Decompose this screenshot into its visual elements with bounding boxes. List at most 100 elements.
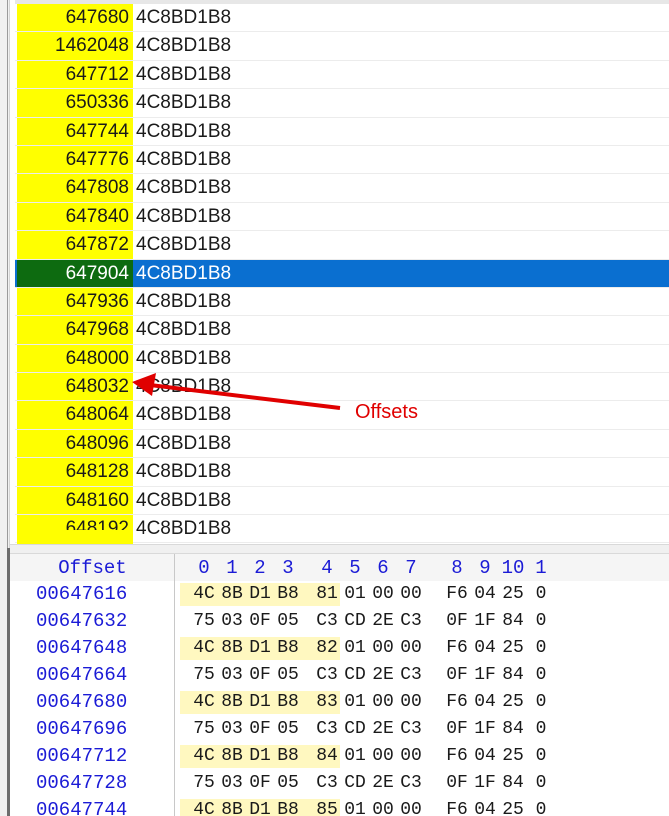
- hex-byte[interactable]: 0: [527, 635, 555, 662]
- hex-byte[interactable]: 4C: [190, 581, 218, 608]
- hex-row[interactable]: 00647696 75 03 0F 05 C3 CD 2E C3 0F 1F 84 0: [10, 716, 669, 743]
- hex-byte[interactable]: D1: [246, 689, 274, 716]
- hex-byte[interactable]: C3: [397, 662, 425, 689]
- hex-byte[interactable]: 05: [274, 662, 302, 689]
- hex-byte[interactable]: D1: [246, 635, 274, 662]
- hex-byte[interactable]: 84: [499, 716, 527, 743]
- hex-byte[interactable]: 75: [190, 716, 218, 743]
- hex-byte[interactable]: 75: [190, 662, 218, 689]
- hex-byte[interactable]: 2E: [369, 716, 397, 743]
- hex-byte[interactable]: 81: [313, 581, 341, 608]
- hex-byte[interactable]: 04: [471, 635, 499, 662]
- hex-byte[interactable]: 00: [369, 635, 397, 662]
- hex-byte[interactable]: F6: [443, 581, 471, 608]
- hex-byte[interactable]: 01: [341, 797, 369, 816]
- hex-byte[interactable]: 03: [218, 716, 246, 743]
- hex-byte[interactable]: 00: [397, 581, 425, 608]
- hex-row[interactable]: 00647664 75 03 0F 05 C3 CD 2E C3 0F 1F 84 0: [10, 662, 669, 689]
- hex-byte[interactable]: 2E: [369, 608, 397, 635]
- hex-byte[interactable]: 1F: [471, 608, 499, 635]
- hex-byte[interactable]: 00: [369, 581, 397, 608]
- hex-byte[interactable]: 1F: [471, 716, 499, 743]
- hex-byte[interactable]: 0F: [443, 608, 471, 635]
- hex-byte[interactable]: 2E: [369, 662, 397, 689]
- hex-byte[interactable]: 0F: [246, 608, 274, 635]
- hex-byte[interactable]: F6: [443, 689, 471, 716]
- hex-byte[interactable]: CD: [341, 662, 369, 689]
- list-item[interactable]: 647712 4C8BD1B8: [15, 60, 669, 90]
- hex-byte[interactable]: 4C: [190, 797, 218, 816]
- hex-byte[interactable]: D1: [246, 581, 274, 608]
- hex-byte[interactable]: 0F: [246, 716, 274, 743]
- list-item[interactable]: 648032 4C8BD1B8: [15, 373, 669, 402]
- hex-byte[interactable]: C3: [313, 662, 341, 689]
- hex-byte[interactable]: 04: [471, 689, 499, 716]
- list-item[interactable]: 647872 4C8BD1B8: [15, 231, 669, 260]
- hex-byte[interactable]: 01: [341, 581, 369, 608]
- hex-byte[interactable]: C3: [313, 770, 341, 797]
- hex-byte[interactable]: 1F: [471, 662, 499, 689]
- hex-byte[interactable]: 00: [369, 743, 397, 770]
- hex-row[interactable]: 00647744 4C 8B D1 B8 85 01 00 00 F6 04 25 0: [10, 797, 669, 816]
- hex-byte[interactable]: 2E: [369, 770, 397, 797]
- hex-byte[interactable]: 0F: [443, 662, 471, 689]
- hex-row[interactable]: 00647632 75 03 0F 05 C3 CD 2E C3 0F 1F 84 0: [10, 608, 669, 635]
- list-item[interactable]: 648160 4C8BD1B8: [15, 486, 669, 516]
- hex-byte[interactable]: 01: [341, 689, 369, 716]
- hex-byte[interactable]: 1F: [471, 770, 499, 797]
- hex-byte[interactable]: 0: [527, 662, 555, 689]
- hex-byte[interactable]: 0: [527, 689, 555, 716]
- list-item[interactable]: 648128 4C8BD1B8: [15, 458, 669, 487]
- hex-row[interactable]: 00647680 4C 8B D1 B8 83 01 00 00 F6 04 25 0: [10, 689, 669, 716]
- hex-byte[interactable]: 82: [313, 635, 341, 662]
- hex-byte[interactable]: 0F: [246, 770, 274, 797]
- hex-byte[interactable]: 0F: [443, 770, 471, 797]
- list-item[interactable]: 647744 4C8BD1B8: [15, 117, 669, 146]
- list-item[interactable]: 648096 4C8BD1B8: [15, 429, 669, 459]
- hex-byte[interactable]: CD: [341, 608, 369, 635]
- hex-byte[interactable]: 8B: [218, 635, 246, 662]
- hex-byte[interactable]: 75: [190, 770, 218, 797]
- hex-byte[interactable]: B8: [274, 689, 302, 716]
- hex-byte[interactable]: F6: [443, 635, 471, 662]
- list-item[interactable]: 650336 4C8BD1B8: [15, 89, 669, 118]
- hex-row[interactable]: 00647616 4C 8B D1 B8 81 01 00 00 F6 04 25 0: [10, 581, 669, 608]
- hex-byte[interactable]: 8B: [218, 581, 246, 608]
- hex-byte[interactable]: 8B: [218, 743, 246, 770]
- hex-byte[interactable]: 03: [218, 770, 246, 797]
- hex-byte[interactable]: 8B: [218, 689, 246, 716]
- pane-splitter[interactable]: [10, 544, 669, 554]
- hex-byte[interactable]: 8B: [218, 797, 246, 816]
- hex-byte[interactable]: 00: [397, 635, 425, 662]
- hex-byte[interactable]: 05: [274, 716, 302, 743]
- hex-byte[interactable]: 4C: [190, 635, 218, 662]
- hex-byte[interactable]: D1: [246, 797, 274, 816]
- hex-byte[interactable]: 05: [274, 608, 302, 635]
- hex-byte[interactable]: B8: [274, 797, 302, 816]
- hex-byte[interactable]: 01: [341, 635, 369, 662]
- hex-byte[interactable]: 25: [499, 635, 527, 662]
- hex-byte[interactable]: 04: [471, 743, 499, 770]
- hex-byte[interactable]: 03: [218, 662, 246, 689]
- hex-byte[interactable]: 0: [527, 716, 555, 743]
- hex-byte[interactable]: 85: [313, 797, 341, 816]
- hex-byte[interactable]: F6: [443, 743, 471, 770]
- hex-byte[interactable]: 00: [397, 743, 425, 770]
- hex-byte[interactable]: 0: [527, 581, 555, 608]
- hex-byte[interactable]: 05: [274, 770, 302, 797]
- hex-byte[interactable]: D1: [246, 743, 274, 770]
- hex-byte[interactable]: 4C: [190, 743, 218, 770]
- hex-byte[interactable]: 0F: [246, 662, 274, 689]
- hex-byte[interactable]: F6: [443, 797, 471, 816]
- hex-byte[interactable]: 25: [499, 689, 527, 716]
- hex-byte[interactable]: C3: [313, 716, 341, 743]
- hex-byte[interactable]: 0F: [443, 716, 471, 743]
- hex-byte[interactable]: 75: [190, 608, 218, 635]
- hex-byte[interactable]: 25: [499, 581, 527, 608]
- hex-row[interactable]: 00647728 75 03 0F 05 C3 CD 2E C3 0F 1F 84 0: [10, 770, 669, 797]
- list-item[interactable]: 648064 4C8BD1B8: [15, 401, 669, 430]
- hex-row[interactable]: 00647712 4C 8B D1 B8 84 01 00 00 F6 04 25 0: [10, 743, 669, 770]
- hex-byte[interactable]: 25: [499, 797, 527, 816]
- list-item-selected[interactable]: 647904 4C8BD1B8: [15, 259, 669, 288]
- hex-byte[interactable]: B8: [274, 581, 302, 608]
